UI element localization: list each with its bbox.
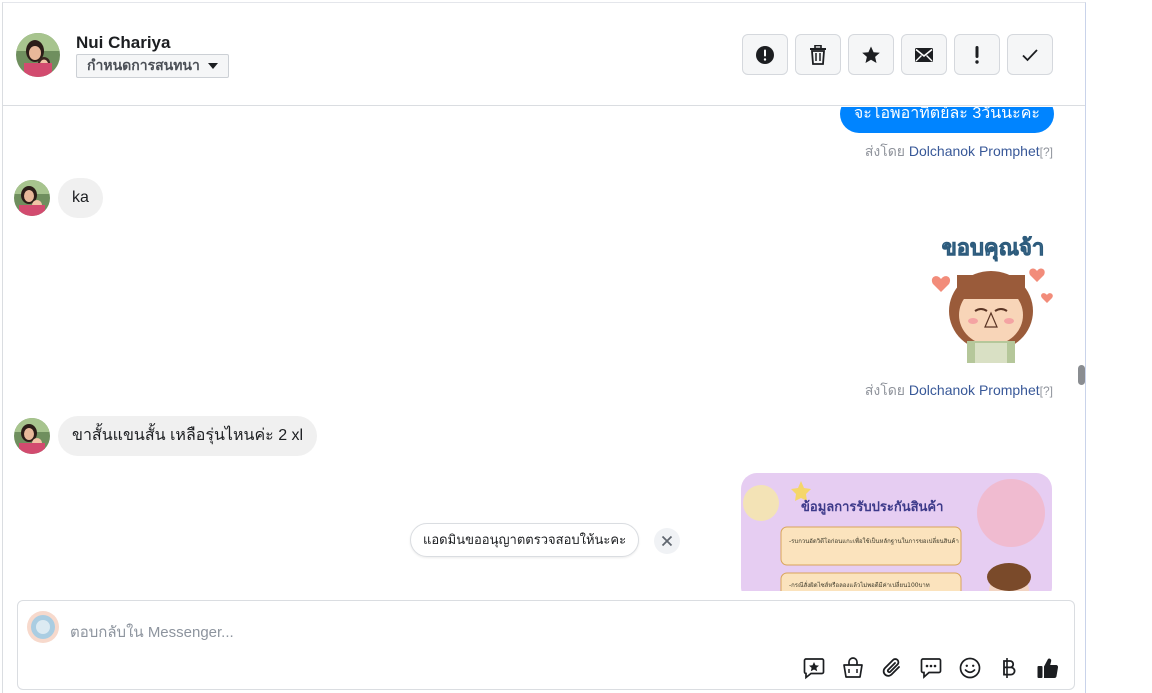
mark-unread-button[interactable] <box>901 34 947 75</box>
reply-composer[interactable]: ตอบกลับใน Messenger... <box>17 600 1075 690</box>
incoming-message-row: ka <box>14 178 103 218</box>
exclamation-icon <box>975 45 979 64</box>
incoming-message[interactable]: ขาสั้นแขนสั้น เหลือรุ่นไหนค่ะ 2 xl <box>58 416 318 456</box>
envelope-icon <box>915 47 933 62</box>
delete-button[interactable] <box>795 34 841 75</box>
follow-up-button[interactable] <box>954 34 1000 75</box>
sent-by-help[interactable]: [?] <box>1040 384 1053 398</box>
thumbs-up-icon <box>1037 658 1058 678</box>
attach-button[interactable] <box>877 653 906 682</box>
sent-by-prefix: ส่งโดย <box>864 382 906 398</box>
sent-by-label: ส่งโดย Dolchanok Promphet[?] <box>865 380 1053 402</box>
like-button[interactable] <box>1033 653 1062 682</box>
conversation-panel: Nui Chariya กำหนดการสนทนา จะโอพอาทิตย์ละ… <box>2 2 1086 693</box>
contact-name[interactable]: Nui Chariya <box>76 33 170 53</box>
trash-icon <box>810 44 826 65</box>
alert-circle-icon <box>756 45 774 64</box>
page-avatar <box>27 611 59 643</box>
shop-bag-icon <box>842 656 863 678</box>
message-list-scrollbar[interactable] <box>1078 365 1085 385</box>
saved-reply-icon <box>803 657 824 679</box>
composer-toolbar <box>799 653 1062 682</box>
mark-spam-button[interactable] <box>742 34 788 75</box>
conversation-header: Nui Chariya กำหนดการสนทนา <box>3 3 1085 106</box>
sent-by-name[interactable]: Dolchanok Promphet <box>909 143 1040 159</box>
sent-by-prefix: ส่งโดย <box>864 143 906 159</box>
image-text-line-1: -รบกวนอัดวิดีโอก่อนแกะเพื่อใช้เป็นหลักฐา… <box>789 536 959 545</box>
payment-button[interactable] <box>994 653 1023 682</box>
image-title: ข้อมูลการรับประกันสินค้า <box>801 499 943 515</box>
incoming-message[interactable]: ka <box>58 178 103 218</box>
emoji-button[interactable] <box>955 653 984 682</box>
thank-you-sticker[interactable]: ขอบคุณจ้า <box>927 231 1055 363</box>
shop-button[interactable] <box>838 653 867 682</box>
close-icon <box>661 535 673 547</box>
sent-by-label: ส่งโดย Dolchanok Promphet[?] <box>865 141 1053 163</box>
saved-reply-button[interactable] <box>799 653 828 682</box>
warranty-info-image[interactable]: ข้อมูลการรับประกันสินค้า -รบกวนอัดวิดีโอ… <box>741 473 1052 591</box>
star-button[interactable] <box>848 34 894 75</box>
header-actions <box>742 34 1053 75</box>
caret-down-icon <box>207 63 218 69</box>
baht-icon <box>1002 657 1015 678</box>
conversation-settings-label: กำหนดการสนทนา <box>87 57 200 73</box>
emoji-icon <box>959 657 980 678</box>
paperclip-icon <box>882 657 900 677</box>
quick-replies-button[interactable] <box>916 653 945 682</box>
chat-bubbles-icon <box>920 657 941 679</box>
sticker-caption: ขอบคุณจ้า <box>942 236 1045 262</box>
star-icon <box>862 46 880 63</box>
mark-done-button[interactable] <box>1007 34 1053 75</box>
check-icon <box>1022 48 1038 61</box>
contact-avatar-small <box>14 418 50 454</box>
sent-by-name[interactable]: Dolchanok Promphet <box>909 382 1040 398</box>
incoming-message-row: ขาสั้นแขนสั้น เหลือรุ่นไหนค่ะ 2 xl <box>14 416 318 456</box>
image-text-line-2: -กรณีสั่งผิดไซส์หรือลองแล้วไม่พอดีมีค่าเ… <box>789 581 930 589</box>
outgoing-message[interactable]: จะโอพอาทิตย์ละ 3วันนะคะ <box>839 107 1054 133</box>
reply-input[interactable]: ตอบกลับใน Messenger... <box>70 620 234 644</box>
suggested-reply-chip[interactable]: แอดมินขออนุญาตตรวจสอบให้นะคะ <box>410 523 640 557</box>
contact-avatar-small <box>14 180 50 216</box>
message-list[interactable]: จะโอพอาทิตย์ละ 3วันนะคะ ส่งโดย Dolchanok… <box>3 107 1085 591</box>
dismiss-suggestion-button[interactable] <box>654 528 680 554</box>
conversation-settings-dropdown[interactable]: กำหนดการสนทนา <box>76 54 229 78</box>
contact-avatar[interactable] <box>16 33 60 77</box>
sent-by-help[interactable]: [?] <box>1040 145 1053 159</box>
